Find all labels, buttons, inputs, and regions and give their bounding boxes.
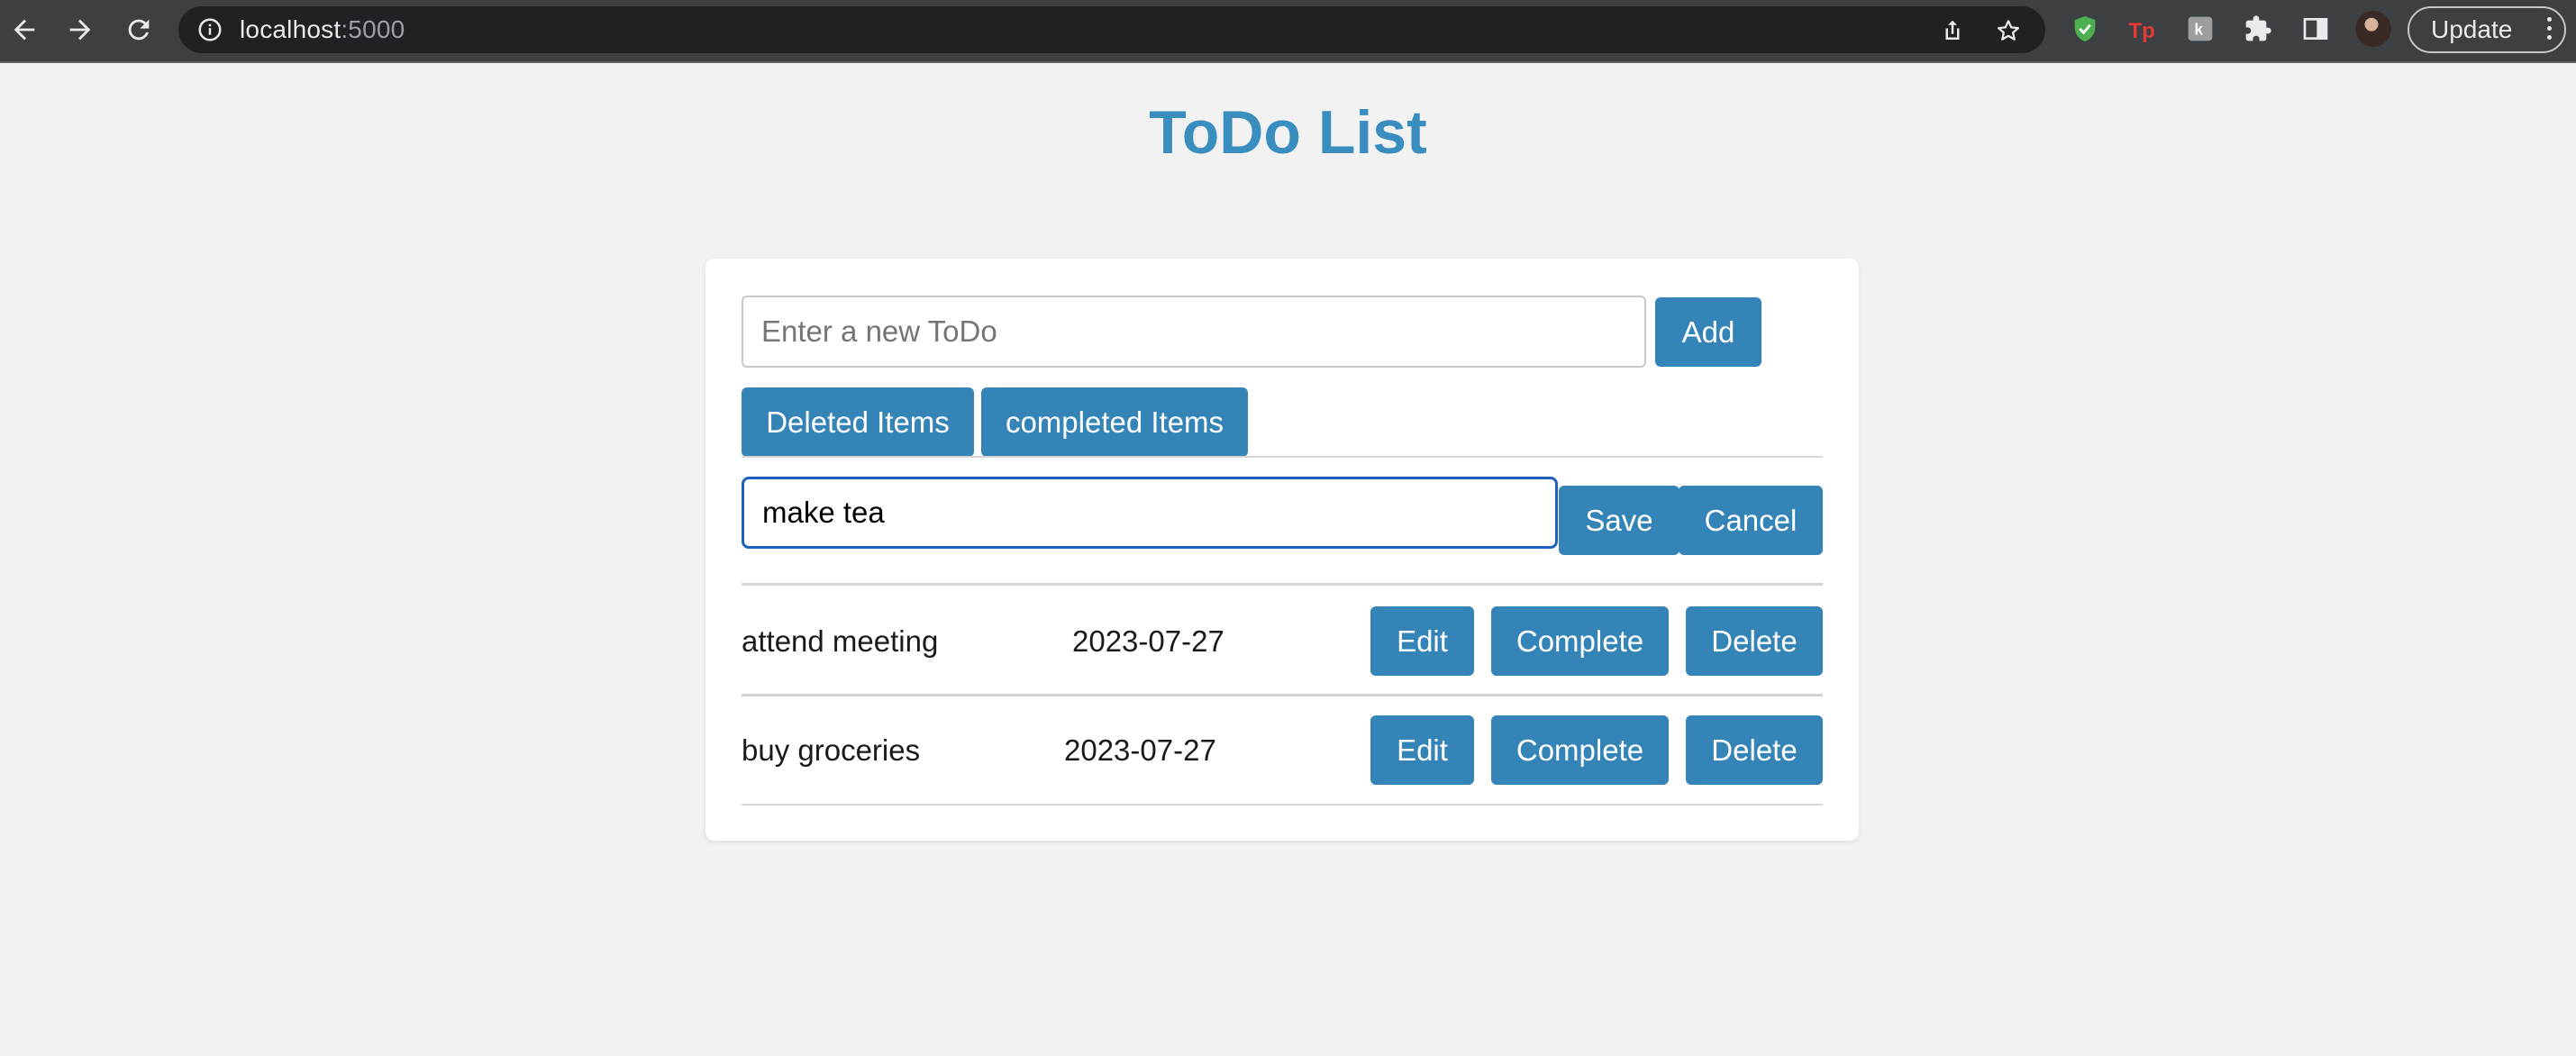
todo-date: 2023-07-27 <box>1064 733 1216 767</box>
tp-logo-icon[interactable]: Tp <box>2126 13 2159 45</box>
deleted-items-button[interactable]: Deleted Items <box>742 387 974 457</box>
edit-button[interactable]: Edit <box>1370 715 1474 785</box>
todo-text: attend meeting <box>742 624 939 658</box>
arrow-right-icon <box>69 19 91 41</box>
edit-button[interactable]: Edit <box>1370 606 1474 676</box>
edit-todo-input[interactable] <box>742 477 1558 549</box>
divider <box>742 583 1823 586</box>
puzzle-icon[interactable] <box>2242 13 2274 45</box>
share-icon[interactable] <box>1939 17 1966 44</box>
divider <box>742 456 1823 458</box>
forward-button[interactable] <box>58 7 103 52</box>
browser-toolbar: localhost:5000 Tp k Update <box>0 0 2576 63</box>
complete-button[interactable]: Complete <box>1491 606 1669 676</box>
url-text: localhost:5000 <box>240 6 405 53</box>
todo-date: 2023-07-27 <box>1072 624 1224 658</box>
k-extension-icon[interactable]: k <box>2184 13 2216 45</box>
svg-text:k: k <box>2194 21 2203 39</box>
todo-card: Add Deleted Items completed Items Save C… <box>705 259 1859 841</box>
page-title: ToDo List <box>1149 98 1427 167</box>
divider <box>742 694 1823 696</box>
shield-check-icon[interactable] <box>2069 13 2101 45</box>
side-panel-icon[interactable] <box>2299 13 2332 45</box>
cancel-button[interactable]: Cancel <box>1679 486 1823 555</box>
divider <box>742 804 1823 806</box>
svg-text:Tp: Tp <box>2128 19 2154 43</box>
todo-text: buy groceries <box>742 733 921 767</box>
new-todo-input[interactable] <box>742 296 1646 368</box>
back-button[interactable] <box>2 7 47 52</box>
kebab-menu-icon[interactable] <box>2546 17 2552 42</box>
info-icon[interactable] <box>196 16 223 43</box>
reload-button[interactable] <box>116 7 161 52</box>
complete-button[interactable]: Complete <box>1491 715 1669 785</box>
url-port: :5000 <box>341 15 405 43</box>
url-host: localhost <box>240 15 341 43</box>
update-label: Update <box>2431 15 2513 43</box>
arrow-left-icon <box>14 19 35 41</box>
update-button[interactable]: Update <box>2408 6 2566 53</box>
save-button[interactable]: Save <box>1559 486 1679 555</box>
add-button[interactable]: Add <box>1655 297 1761 367</box>
avatar[interactable] <box>2355 11 2391 47</box>
delete-button[interactable]: Delete <box>1686 606 1823 676</box>
completed-items-button[interactable]: completed Items <box>981 387 1248 457</box>
reload-icon <box>128 19 150 41</box>
star-icon[interactable] <box>1995 17 2022 44</box>
delete-button[interactable]: Delete <box>1686 715 1823 785</box>
address-bar[interactable]: localhost:5000 <box>178 6 2045 53</box>
